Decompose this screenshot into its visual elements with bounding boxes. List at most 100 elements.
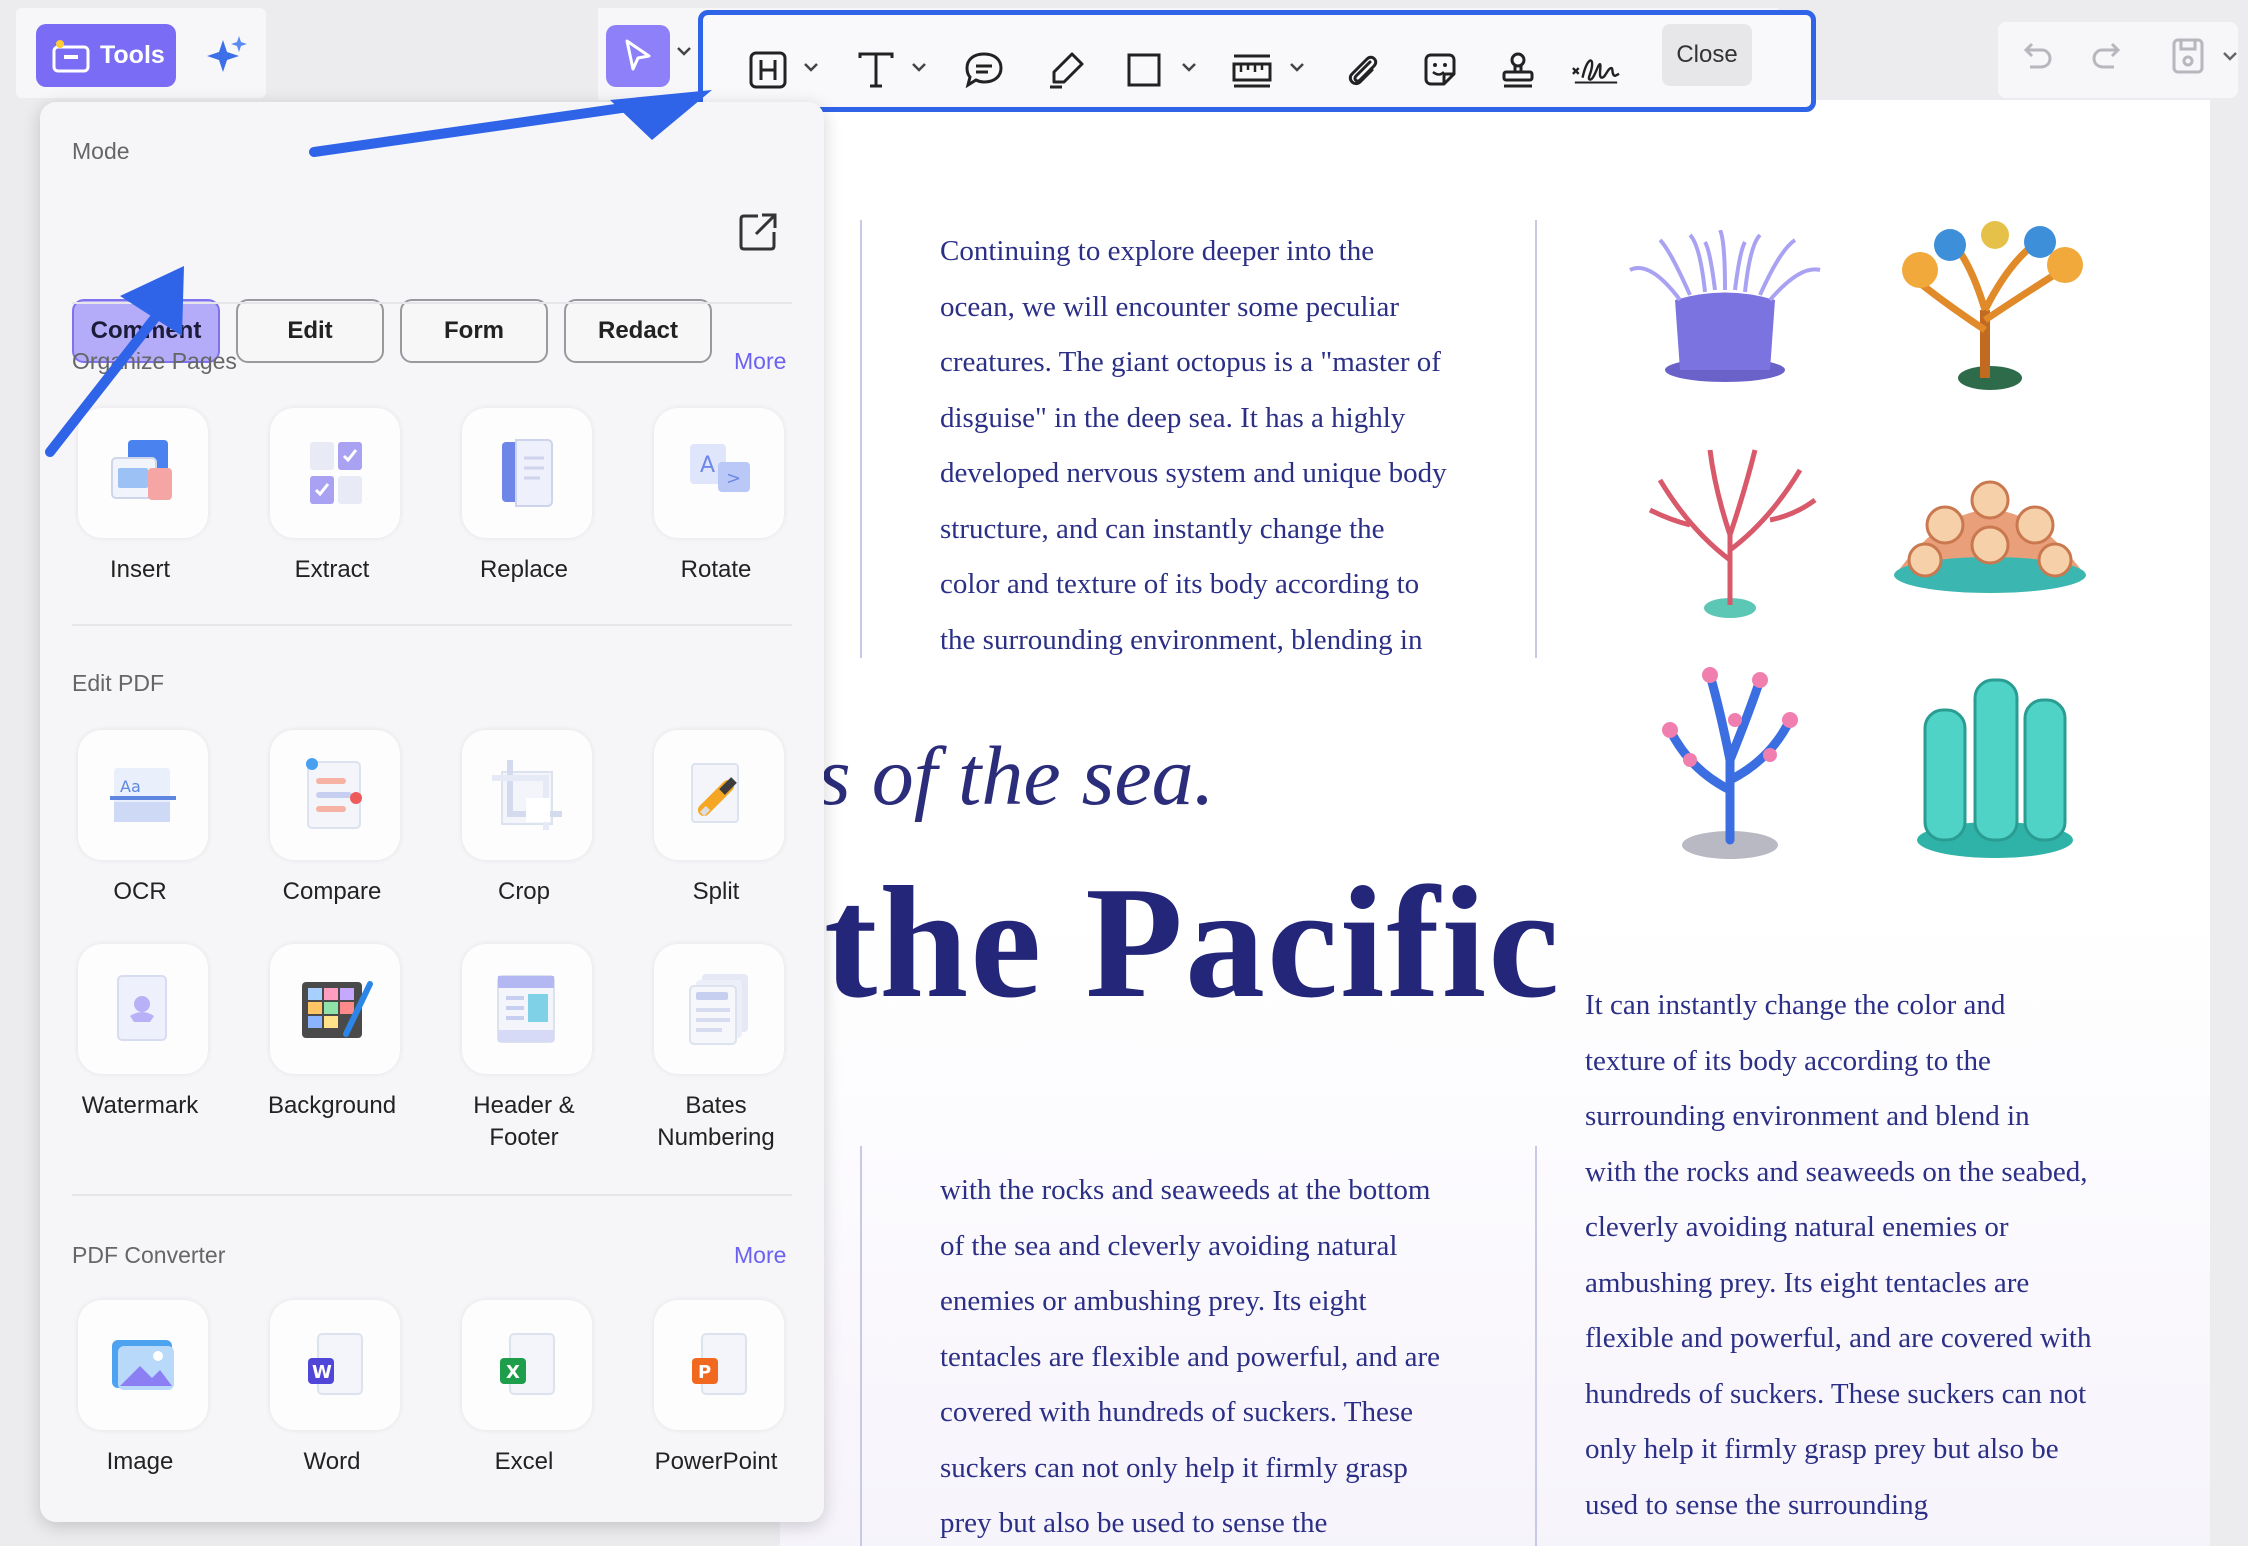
crop-icon bbox=[492, 760, 562, 830]
image-tile[interactable] bbox=[78, 1300, 208, 1430]
text-line: Continuing to explore deeper into the bbox=[940, 235, 1375, 267]
crop-tile[interactable] bbox=[462, 730, 592, 860]
body-text-column-1: Continuing to explore deeper into the oc… bbox=[940, 224, 1447, 668]
chevron-down-icon[interactable] bbox=[2222, 50, 2238, 62]
header-footer-icon bbox=[497, 975, 555, 1043]
ocr-label: OCR bbox=[113, 878, 167, 905]
replace-label: Replace bbox=[479, 556, 569, 583]
insert-tile[interactable] bbox=[78, 408, 208, 538]
chevron-down-icon[interactable] bbox=[676, 45, 692, 57]
redo-icon[interactable] bbox=[2090, 40, 2126, 74]
sticker-tool-button[interactable] bbox=[1415, 45, 1465, 95]
text-line: covered with hundreds of suckers. These bbox=[940, 1396, 1413, 1428]
attachment-tool-button[interactable] bbox=[1337, 45, 1387, 95]
text-tool-button[interactable] bbox=[851, 45, 901, 95]
excel-icon: X bbox=[500, 1333, 555, 1395]
chevron-down-icon[interactable] bbox=[803, 61, 819, 73]
split-tile[interactable] bbox=[654, 730, 784, 860]
section-divider bbox=[72, 302, 792, 304]
watermark-icon bbox=[117, 975, 167, 1041]
highlighter-tool-button[interactable] bbox=[1041, 45, 1091, 95]
background-tile[interactable] bbox=[270, 944, 400, 1074]
sticker-icon bbox=[1424, 53, 1456, 86]
tools-button[interactable]: Tools bbox=[36, 24, 176, 87]
signature-tool-button[interactable] bbox=[1571, 45, 1621, 95]
annotation-toolbar bbox=[698, 10, 1816, 112]
image-label: Image bbox=[106, 1448, 174, 1475]
mode-edit-button[interactable]: Edit bbox=[236, 299, 384, 363]
toolbox-icon bbox=[52, 39, 90, 72]
stamp-tool-button[interactable] bbox=[1493, 45, 1543, 95]
word-tile[interactable]: W bbox=[270, 1300, 400, 1430]
excel-label: Excel bbox=[494, 1448, 554, 1475]
comment-icon bbox=[965, 52, 1003, 89]
rotate-tile[interactable]: A > bbox=[654, 408, 784, 538]
chevron-down-icon[interactable] bbox=[911, 61, 927, 73]
text-line: enemies or ambushing prey. Its eight bbox=[940, 1285, 1367, 1317]
red-coral-image bbox=[1648, 449, 1817, 618]
attachment-icon bbox=[1348, 55, 1378, 86]
heading-icon bbox=[749, 51, 787, 89]
column-rule bbox=[860, 1146, 862, 1546]
heading-title: the Pacific bbox=[824, 853, 1562, 1031]
excel-tile[interactable]: X bbox=[462, 1300, 592, 1430]
sea-anemone-image bbox=[1629, 230, 1821, 382]
chevron-down-icon[interactable] bbox=[1181, 61, 1197, 73]
undo-icon[interactable] bbox=[2018, 40, 2054, 74]
compare-tile[interactable] bbox=[270, 730, 400, 860]
bates-numbering-label-line1: Bates bbox=[685, 1092, 747, 1119]
replace-tile[interactable] bbox=[462, 408, 592, 538]
word-label: Word bbox=[303, 1448, 361, 1475]
column-rule bbox=[860, 220, 862, 658]
select-tool-button[interactable] bbox=[606, 25, 670, 87]
text-line: texture of its body according to the bbox=[1585, 1044, 1991, 1077]
bates-numbering-tile[interactable] bbox=[654, 944, 784, 1074]
rotate-label: Rotate bbox=[680, 556, 752, 583]
ocr-tile[interactable]: Aa bbox=[78, 730, 208, 860]
bates-numbering-label: Bates Numbering bbox=[621, 1090, 811, 1154]
heading-italic: s of the sea. bbox=[818, 730, 1215, 823]
text-line: ambushing prey. Its eight tentacles are bbox=[1585, 1266, 2030, 1299]
rotate-icon: A > bbox=[690, 444, 750, 492]
tools-button-label: Tools bbox=[100, 41, 165, 69]
compare-label: Compare bbox=[282, 878, 382, 905]
header-footer-tile[interactable] bbox=[462, 944, 592, 1074]
extract-label: Extract bbox=[294, 556, 370, 583]
organize-pages-title: Organize Pages bbox=[72, 348, 237, 374]
text-icon bbox=[858, 52, 894, 88]
chevron-down-icon[interactable] bbox=[1289, 61, 1305, 73]
mode-redact-button[interactable]: Redact bbox=[564, 299, 712, 363]
bates-numbering-icon bbox=[689, 974, 748, 1045]
ai-assistant-button[interactable] bbox=[196, 24, 258, 87]
svg-text:Aa: Aa bbox=[120, 777, 141, 796]
organize-more-link[interactable]: More bbox=[734, 348, 786, 375]
measure-tool-button[interactable] bbox=[1227, 45, 1277, 95]
extract-tile[interactable] bbox=[270, 408, 400, 538]
text-line: creatures. The giant octopus is a "maste… bbox=[940, 346, 1441, 378]
open-external-icon[interactable] bbox=[736, 210, 780, 254]
split-label: Split bbox=[692, 878, 740, 905]
text-line: the surrounding environment, blending in bbox=[940, 623, 1423, 656]
text-line: tentacles are flexible and powerful, and… bbox=[940, 1340, 1440, 1373]
pdf-converter-title: PDF Converter bbox=[72, 1242, 226, 1268]
column-rule bbox=[1535, 1146, 1537, 1546]
text-line: of the sea and cleverly avoiding natural bbox=[940, 1229, 1398, 1262]
shape-tool-button[interactable] bbox=[1119, 45, 1169, 95]
mode-form-button[interactable]: Form bbox=[400, 299, 548, 363]
heading-tool-button[interactable] bbox=[743, 45, 793, 95]
converter-more-link[interactable]: More bbox=[734, 1242, 786, 1269]
text-line: with the rocks and seaweeds on the seabe… bbox=[1585, 1155, 2088, 1188]
close-button[interactable]: Close bbox=[1662, 24, 1752, 86]
comment-tool-button[interactable] bbox=[959, 45, 1009, 95]
text-line: structure, and can instantly change the bbox=[940, 512, 1385, 545]
image-icon bbox=[112, 1340, 174, 1390]
text-line: only help it firmly grasp prey but also … bbox=[1585, 1433, 2059, 1465]
watermark-tile[interactable] bbox=[78, 944, 208, 1074]
powerpoint-tile[interactable]: P bbox=[654, 1300, 784, 1430]
measure-icon bbox=[1232, 54, 1272, 88]
save-icon[interactable] bbox=[2170, 36, 2206, 76]
highlighter-icon bbox=[1050, 52, 1084, 89]
orange-coral-image bbox=[1902, 221, 2083, 390]
insert-label: Insert bbox=[109, 556, 171, 583]
rectangle-icon bbox=[1127, 53, 1161, 87]
